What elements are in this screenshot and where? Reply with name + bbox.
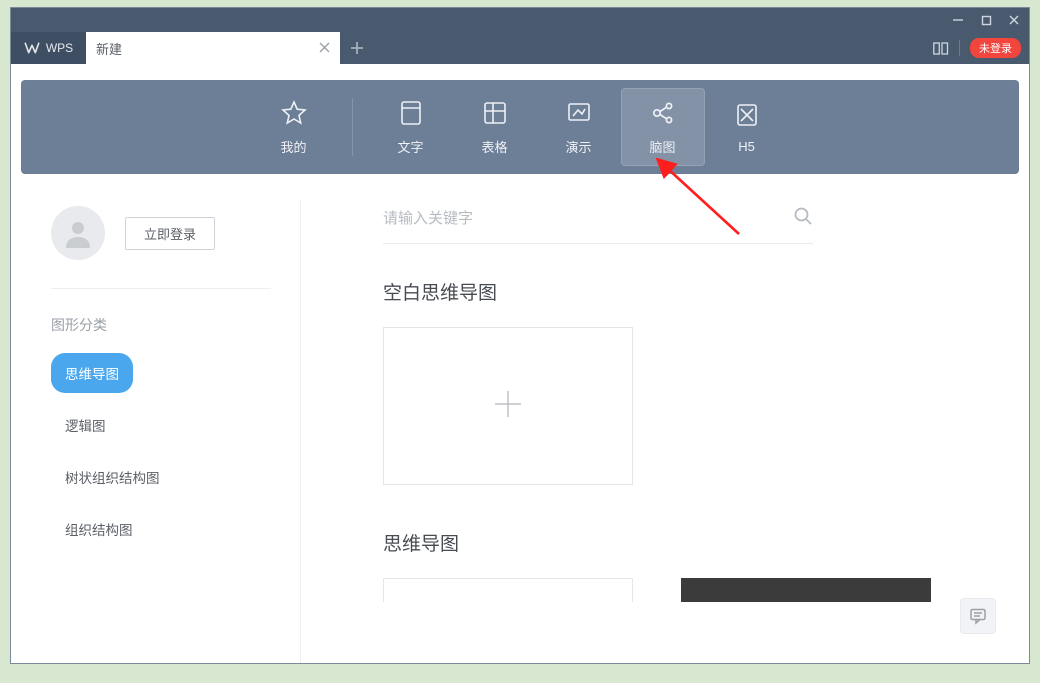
maximize-button[interactable] <box>979 13 993 27</box>
nav-item-mindmap[interactable]: 脑图 <box>621 88 705 166</box>
content-area: 我的 文字 表格 演示 <box>11 64 1029 663</box>
file-tab-new[interactable]: 新建 <box>86 32 340 64</box>
close-tab-icon[interactable] <box>319 40 330 56</box>
category-toolbar: 我的 文字 表格 演示 <box>21 80 1019 174</box>
lower-panes: 立即登录 图形分类 思维导图 逻辑图 树状组织结构图 组织结构图 <box>21 200 1019 663</box>
search-icon[interactable] <box>793 206 813 231</box>
sidebar: 立即登录 图形分类 思维导图 逻辑图 树状组织结构图 组织结构图 <box>21 200 301 663</box>
tab-strip: WPS 新建 未登录 <box>11 32 1029 64</box>
spreadsheet-icon <box>481 99 509 127</box>
feedback-button[interactable] <box>961 599 995 633</box>
template-card-dark[interactable] <box>681 578 931 602</box>
nav-label: H5 <box>738 139 755 154</box>
panels-icon[interactable] <box>933 42 949 55</box>
nav-separator <box>352 98 353 156</box>
wps-tab-label: WPS <box>46 41 73 55</box>
nav-label: 表格 <box>481 137 507 156</box>
nav-item-mine[interactable]: 我的 <box>252 88 336 166</box>
search-input[interactable] <box>383 210 793 227</box>
tabstrip-right: 未登录 <box>933 32 1029 64</box>
wps-home-tab[interactable]: WPS <box>11 32 86 64</box>
category-item-logic[interactable]: 逻辑图 <box>51 405 120 445</box>
plus-icon <box>493 389 523 424</box>
category-heading: 图形分类 <box>51 315 271 335</box>
file-tab-label: 新建 <box>96 39 122 58</box>
minimize-button[interactable] <box>951 13 965 27</box>
presentation-icon <box>565 99 593 127</box>
search-row <box>383 206 813 244</box>
nav-label: 脑图 <box>649 137 675 156</box>
section-templates-title: 思维导图 <box>383 529 1019 556</box>
category-item-mindmap[interactable]: 思维导图 <box>51 353 133 393</box>
main-pane: 空白思维导图 思维导图 <box>319 200 1019 663</box>
section-blank-title: 空白思维导图 <box>383 278 1019 305</box>
nav-item-sheet[interactable]: 表格 <box>453 88 537 166</box>
category-list: 思维导图 逻辑图 树状组织结构图 组织结构图 <box>51 353 271 561</box>
login-button[interactable]: 立即登录 <box>125 217 215 250</box>
mindmap-icon <box>649 99 677 127</box>
nav-label: 文字 <box>397 137 423 156</box>
divider <box>959 40 960 56</box>
nav-item-presentation[interactable]: 演示 <box>537 88 621 166</box>
blank-template-card[interactable] <box>383 327 633 485</box>
template-row <box>383 578 1019 602</box>
nav-item-text[interactable]: 文字 <box>369 88 453 166</box>
star-icon <box>280 99 308 127</box>
user-icon <box>61 216 95 250</box>
sidebar-divider <box>300 200 301 663</box>
document-icon <box>397 99 425 127</box>
wps-logo-icon <box>24 41 40 55</box>
nav-item-h5[interactable]: H5 <box>705 88 789 166</box>
nav-label: 演示 <box>565 137 591 156</box>
avatar[interactable] <box>51 206 105 260</box>
window-titlebar <box>11 8 1029 32</box>
login-status-badge[interactable]: 未登录 <box>970 38 1021 58</box>
profile-row: 立即登录 <box>51 206 271 289</box>
app-window: WPS 新建 未登录 我的 <box>10 7 1030 664</box>
add-tab-button[interactable] <box>340 32 374 64</box>
category-item-tree-org[interactable]: 树状组织结构图 <box>51 457 174 497</box>
template-card-light[interactable] <box>383 578 633 602</box>
close-button[interactable] <box>1007 13 1021 27</box>
chat-icon <box>969 607 987 625</box>
nav-label: 我的 <box>280 137 306 156</box>
category-item-org[interactable]: 组织结构图 <box>51 509 147 549</box>
h5-icon <box>733 101 761 129</box>
